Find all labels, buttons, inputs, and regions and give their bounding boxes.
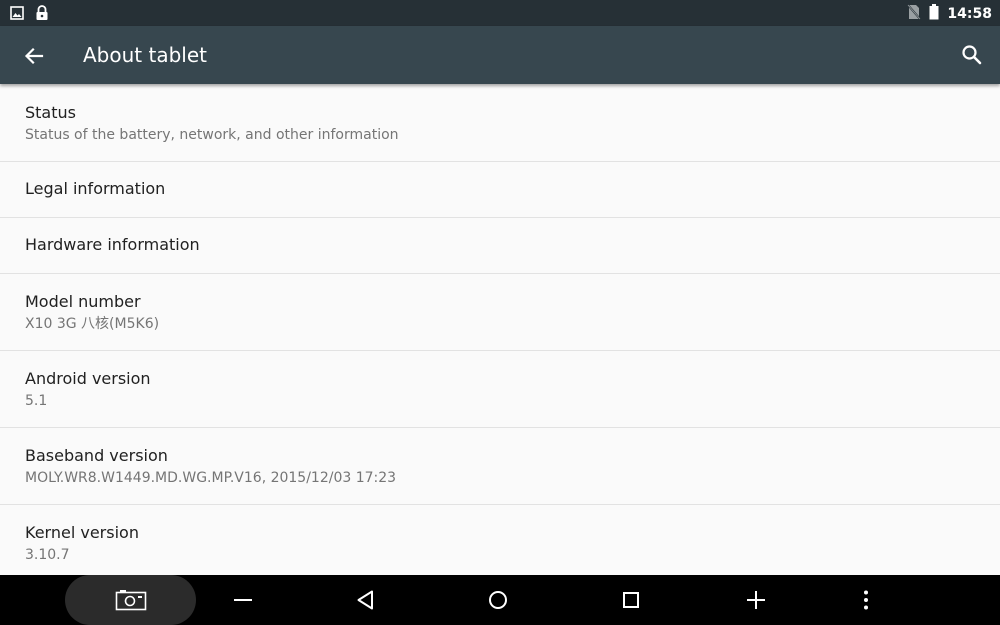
android-version-item[interactable]: Android version 5.1 [0, 351, 1000, 428]
settings-list: Status Status of the battery, network, a… [0, 85, 1000, 581]
no-sim-icon [907, 4, 922, 24]
item-title: Legal information [25, 179, 166, 198]
back-arrow-icon[interactable] [20, 42, 48, 70]
item-summary: MOLY.WR8.W1449.MD.WG.MP.V16, 2015/12/03 … [25, 470, 397, 486]
image-icon [10, 5, 24, 25]
navigation-bar [0, 575, 1000, 625]
status-item[interactable]: Status Status of the battery, network, a… [0, 85, 1000, 162]
search-icon[interactable] [958, 41, 986, 69]
item-summary: 3.10.7 [25, 547, 70, 563]
baseband-version-item[interactable]: Baseband version MOLY.WR8.W1449.MD.WG.MP… [0, 428, 1000, 505]
more-icon[interactable] [846, 575, 886, 625]
volume-down-icon[interactable] [223, 575, 263, 625]
back-icon[interactable] [346, 575, 386, 625]
item-title: Status [25, 103, 76, 122]
recents-icon[interactable] [611, 575, 651, 625]
hardware-information-item[interactable]: Hardware information [0, 218, 1000, 274]
legal-information-item[interactable]: Legal information [0, 162, 1000, 218]
kernel-version-item[interactable]: Kernel version 3.10.7 [0, 505, 1000, 581]
item-summary: Status of the battery, network, and othe… [25, 127, 399, 143]
item-title: Android version [25, 369, 151, 388]
item-summary: X10 3G 八核(M5K6) [25, 316, 160, 332]
item-summary: 5.1 [25, 393, 48, 409]
app-bar: About tablet [0, 26, 1000, 84]
clock: 14:58 [947, 6, 992, 22]
battery-icon [929, 4, 939, 24]
item-title: Model number [25, 292, 141, 311]
item-title: Kernel version [25, 523, 139, 542]
home-icon[interactable] [478, 575, 518, 625]
volume-up-icon[interactable] [736, 575, 776, 625]
item-title: Hardware information [25, 235, 200, 254]
page-title: About tablet [83, 43, 207, 67]
model-number-item[interactable]: Model number X10 3G 八核(M5K6) [0, 274, 1000, 351]
lock-icon [35, 5, 49, 25]
screenshot-icon[interactable] [110, 575, 152, 625]
item-title: Baseband version [25, 446, 168, 465]
status-bar: 14:58 [0, 0, 1000, 26]
